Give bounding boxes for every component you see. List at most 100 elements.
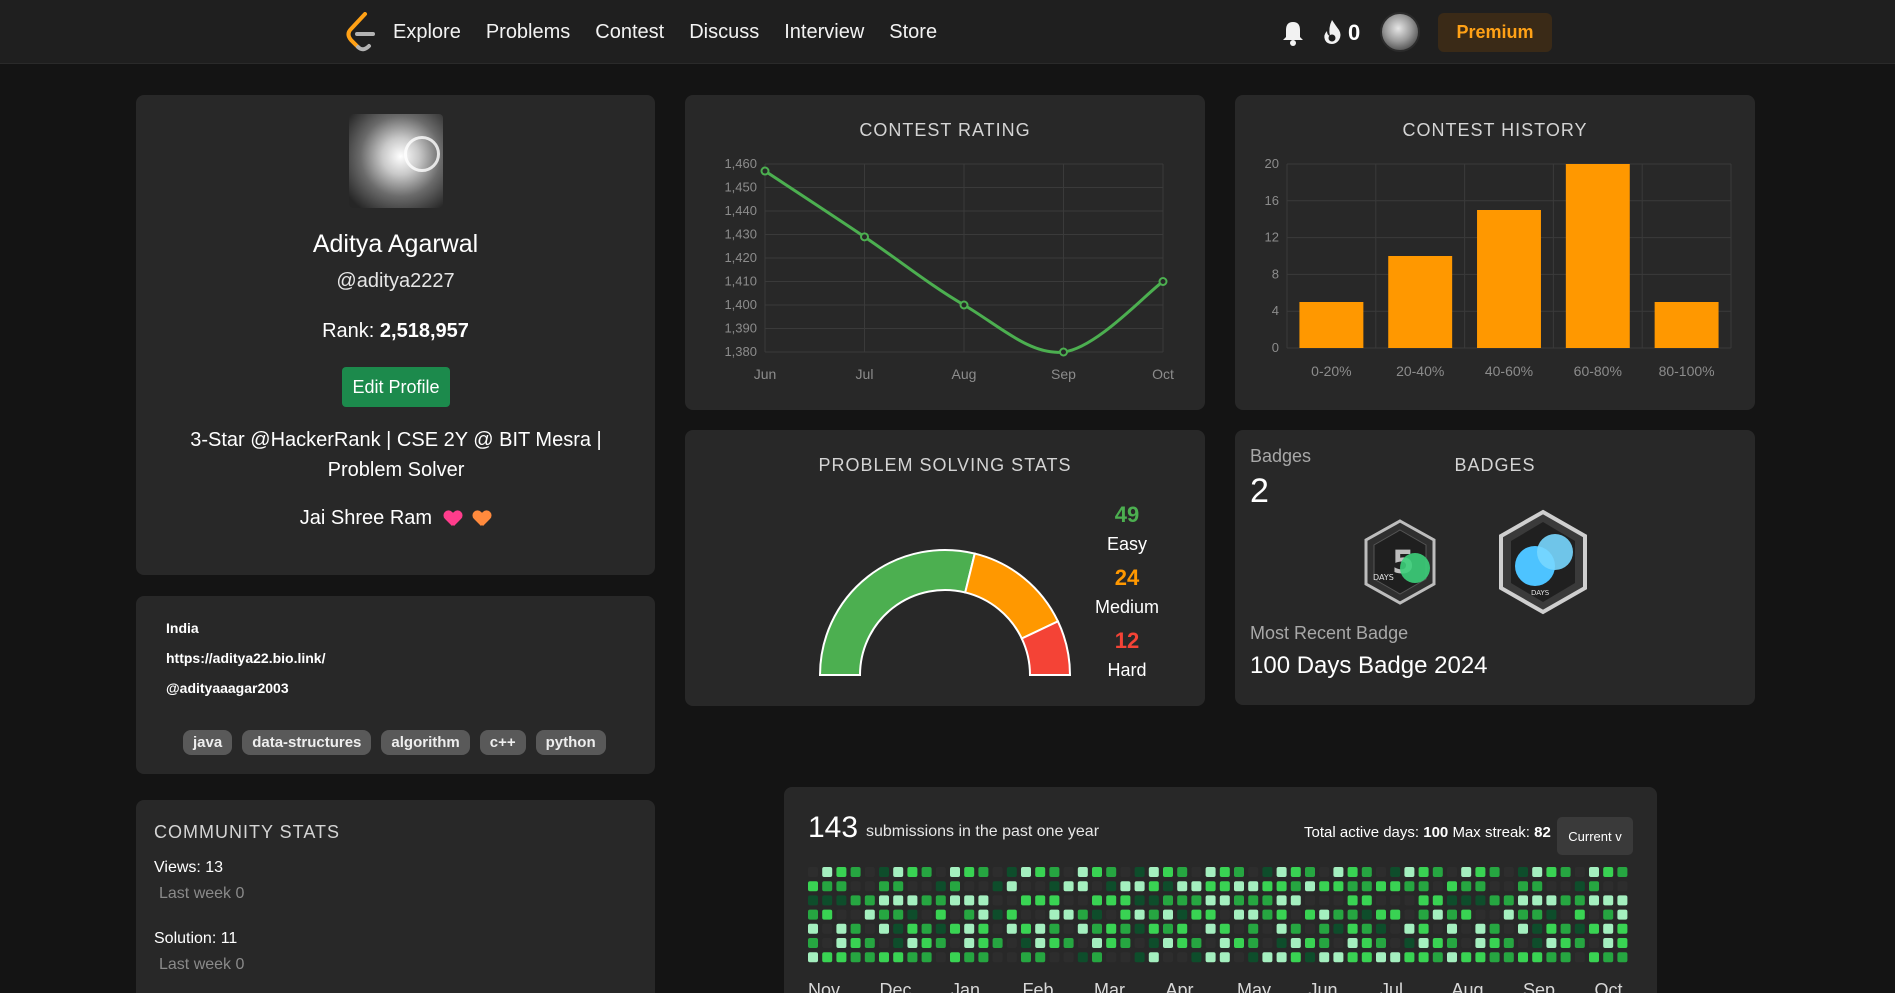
heatmap-cell[interactable] <box>1603 938 1614 948</box>
heatmap-cell[interactable] <box>1390 867 1401 877</box>
heatmap-cell[interactable] <box>1134 952 1145 963</box>
heatmap-cell[interactable] <box>1560 909 1571 920</box>
heatmap-cell[interactable] <box>1319 952 1330 963</box>
heatmap-cell[interactable] <box>1589 881 1599 892</box>
nav-interview[interactable]: Interview <box>784 21 864 44</box>
heatmap-cell[interactable] <box>1503 881 1514 892</box>
heatmap-cell[interactable] <box>1475 867 1486 877</box>
heatmap-cell[interactable] <box>964 938 975 948</box>
heatmap-cell[interactable] <box>1347 867 1358 877</box>
heatmap-cell[interactable] <box>1603 923 1614 934</box>
heatmap-cell[interactable] <box>808 895 818 906</box>
heatmap-cell[interactable] <box>1262 867 1273 877</box>
heatmap-cell[interactable] <box>1475 895 1486 906</box>
heatmap-cell[interactable] <box>808 952 818 963</box>
heatmap-cell[interactable] <box>1475 923 1486 934</box>
heatmap-cell[interactable] <box>1319 909 1330 920</box>
heatmap-cell[interactable] <box>1248 923 1259 934</box>
heatmap-cell[interactable] <box>1163 895 1173 906</box>
heatmap-cell[interactable] <box>893 938 904 948</box>
heatmap-cell[interactable] <box>978 909 989 920</box>
heatmap-cell[interactable] <box>1376 895 1386 906</box>
heatmap-cell[interactable] <box>950 867 960 877</box>
heatmap-cell[interactable] <box>1163 909 1173 920</box>
heatmap-cell[interactable] <box>1461 867 1472 877</box>
website-link[interactable]: https://aditya22.bio.link/ <box>166 650 325 666</box>
heatmap-cell[interactable] <box>1106 909 1117 920</box>
heatmap-cell[interactable] <box>1447 867 1457 877</box>
heatmap-cell[interactable] <box>1035 895 1046 906</box>
heatmap-cell[interactable] <box>1390 895 1401 906</box>
heatmap-cell[interactable] <box>1418 909 1429 920</box>
heatmap-cell[interactable] <box>1376 923 1386 934</box>
heatmap-cell[interactable] <box>1219 923 1230 934</box>
heatmap-cell[interactable] <box>1234 867 1244 877</box>
heatmap-cell[interactable] <box>1177 881 1188 892</box>
heatmap-cell[interactable] <box>1560 881 1571 892</box>
heatmap-cell[interactable] <box>1603 909 1614 920</box>
heatmap-cell[interactable] <box>1120 867 1131 877</box>
heatmap-cell[interactable] <box>1219 881 1230 892</box>
heatmap-cell[interactable] <box>1574 923 1585 934</box>
heatmap-cell[interactable] <box>1120 923 1131 934</box>
heatmap-cell[interactable] <box>1021 909 1031 920</box>
heatmap-cell[interactable] <box>1347 909 1358 920</box>
heatmap-cell[interactable] <box>1248 895 1259 906</box>
heatmap-cell[interactable] <box>1262 895 1273 906</box>
heatmap-cell[interactable] <box>1290 952 1301 963</box>
heatmap-cell[interactable] <box>1021 895 1031 906</box>
heatmap-cell[interactable] <box>1290 867 1301 877</box>
heatmap-cell[interactable] <box>1418 952 1429 963</box>
heatmap-cell[interactable] <box>1077 952 1088 963</box>
heatmap-cell[interactable] <box>1617 867 1628 877</box>
heatmap-cell[interactable] <box>1475 952 1486 963</box>
heatmap-cell[interactable] <box>1049 938 1060 948</box>
heatmap-cell[interactable] <box>1191 938 1202 948</box>
heatmap-cell[interactable] <box>1489 895 1500 906</box>
heatmap-cell[interactable] <box>964 867 975 877</box>
heatmap-cell[interactable] <box>1532 881 1543 892</box>
heatmap-cell[interactable] <box>1489 867 1500 877</box>
heatmap-cell[interactable] <box>1589 909 1599 920</box>
heatmap-cell[interactable] <box>1319 867 1330 877</box>
heatmap-cell[interactable] <box>1361 867 1372 877</box>
heatmap-cell[interactable] <box>1262 909 1273 920</box>
heatmap-cell[interactable] <box>1503 909 1514 920</box>
heatmap-cell[interactable] <box>1219 938 1230 948</box>
heatmap-cell[interactable] <box>1035 952 1046 963</box>
heatmap-cell[interactable] <box>1560 938 1571 948</box>
rating-point[interactable] <box>860 232 869 242</box>
heatmap-cell[interactable] <box>1574 938 1585 948</box>
rating-point[interactable] <box>760 166 770 176</box>
heatmap-cell[interactable] <box>992 867 1003 877</box>
heatmap-cell[interactable] <box>822 923 833 934</box>
heatmap-cell[interactable] <box>1503 867 1514 877</box>
heatmap-cell[interactable] <box>964 881 975 892</box>
heatmap-cell[interactable] <box>1361 952 1372 963</box>
heatmap-cell[interactable] <box>1546 909 1557 920</box>
heatmap-cell[interactable] <box>1404 881 1415 892</box>
heatmap-cell[interactable] <box>978 952 989 963</box>
heatmap-cell[interactable] <box>950 938 960 948</box>
heatmap-cell[interactable] <box>1560 923 1571 934</box>
heatmap-cell[interactable] <box>1021 881 1031 892</box>
heatmap-cell[interactable] <box>1092 952 1102 963</box>
heatmap-cell[interactable] <box>1546 881 1557 892</box>
heatmap-cell[interactable] <box>1191 895 1202 906</box>
heatmap-cell[interactable] <box>1361 895 1372 906</box>
heatmap-cell[interactable] <box>1106 952 1117 963</box>
tag-data-structures[interactable]: data-structures <box>242 730 372 755</box>
heatmap-cell[interactable] <box>1049 895 1060 906</box>
heatmap-cell[interactable] <box>1063 895 1074 906</box>
heatmap-cell[interactable] <box>1049 867 1060 877</box>
heatmap-cell[interactable] <box>1319 895 1330 906</box>
heatmap-cell[interactable] <box>1276 881 1287 892</box>
heatmap-cell[interactable] <box>1063 909 1074 920</box>
heatmap-cell[interactable] <box>1390 909 1401 920</box>
heatmap-cell[interactable] <box>1489 938 1500 948</box>
heatmap-cell[interactable] <box>1560 895 1571 906</box>
heatmap-cell[interactable] <box>1177 895 1188 906</box>
heatmap-cell[interactable] <box>1205 952 1216 963</box>
heatmap-cell[interactable] <box>1248 938 1259 948</box>
heatmap-cell[interactable] <box>950 909 960 920</box>
